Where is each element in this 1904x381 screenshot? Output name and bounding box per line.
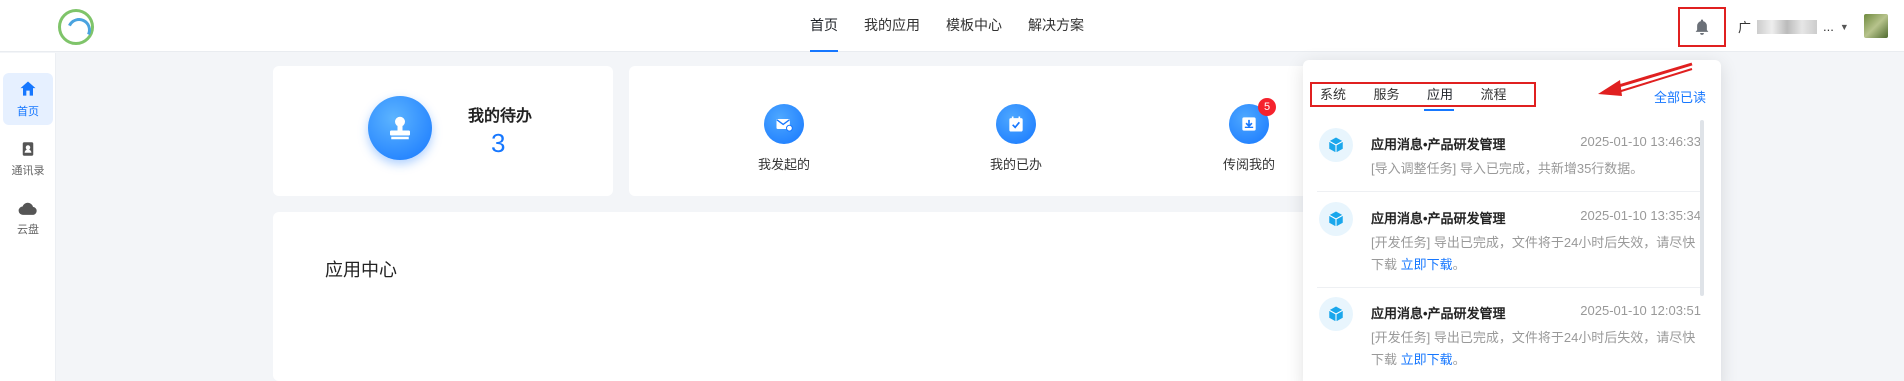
todo-card[interactable]: 我的待办 3 (273, 66, 613, 196)
scrollbar[interactable] (1700, 120, 1704, 296)
sidebar-item-cloud[interactable]: 云盘 (3, 193, 53, 245)
quick-item-done[interactable]: 我的已办 (966, 104, 1066, 173)
avatar[interactable] (1864, 14, 1888, 38)
nav-home[interactable]: 首页 (810, 0, 838, 52)
notification-bell-button[interactable] (1678, 7, 1726, 47)
cube-icon (1319, 297, 1353, 331)
message-title: 应用消息•产品研发管理 (1371, 306, 1506, 321)
user-name-prefix: 广 (1738, 20, 1752, 35)
home-icon (20, 81, 36, 96)
cube-icon (1319, 128, 1353, 162)
notification-tabs: 系统 服务 应用 流程 (1310, 82, 1536, 111)
nav-my-apps[interactable]: 我的应用 (864, 0, 920, 52)
sidebar: 首页 通讯录 云盘 (0, 53, 56, 381)
app-logo[interactable] (58, 9, 94, 45)
notification-panel: 系统 服务 应用 流程 全部已读 应用消息•产品研发管理 2025-01-10 … (1303, 60, 1721, 381)
annotation-arrow-icon (1598, 62, 1693, 96)
user-name-suffix: ... (1823, 19, 1834, 34)
message-body: [导入调整任务] 导入已完成，共新增35行数据。 (1371, 161, 1644, 176)
cube-icon (1319, 202, 1353, 236)
top-bar: 首页 我的应用 模板中心 解决方案 广 ... ▼ (0, 0, 1904, 52)
quick-item-cc[interactable]: 5 传阅我的 (1199, 98, 1299, 173)
quick-item-initiated[interactable]: 我发起的 (734, 104, 834, 173)
contacts-icon (22, 142, 34, 156)
sidebar-item-home[interactable]: 首页 (3, 73, 53, 125)
cloud-icon (18, 202, 37, 215)
unread-badge: 5 (1258, 98, 1276, 116)
message-body: [开发任务] 导出已完成，文件将于24小时后失效，请尽快下载 立即下载。 (1371, 235, 1696, 272)
tab-process[interactable]: 流程 (1481, 84, 1535, 105)
list-item[interactable]: 应用消息•产品研发管理 2025-01-10 13:46:33 [导入调整任务]… (1317, 122, 1701, 192)
message-time: 2025-01-10 13:35:34 (1580, 208, 1701, 223)
tab-app[interactable]: 应用 (1424, 84, 1481, 111)
user-menu[interactable]: 广 ... ▼ (1738, 17, 1849, 36)
message-time: 2025-01-10 13:46:33 (1580, 134, 1701, 149)
app-center-title: 应用中心 (325, 260, 397, 280)
main-nav: 首页 我的应用 模板中心 解决方案 (810, 0, 1084, 52)
stamp-icon (368, 96, 432, 160)
sidebar-item-contacts[interactable]: 通讯录 (3, 133, 53, 185)
message-body: [开发任务] 导出已完成，文件将于24小时后失效，请尽快下载 立即下载。 (1371, 330, 1696, 367)
calendar-check-icon (996, 104, 1036, 144)
download-link[interactable]: 立即下载 (1401, 257, 1453, 272)
user-name-blurred (1757, 19, 1818, 34)
app-center-card: 应用中心 (273, 212, 1309, 381)
tab-service[interactable]: 服务 (1374, 84, 1428, 105)
tab-system[interactable]: 系统 (1320, 84, 1374, 105)
bell-icon (1695, 19, 1709, 35)
mail-send-icon (764, 104, 804, 144)
nav-solutions[interactable]: 解决方案 (1028, 0, 1084, 52)
sidebar-item-label: 首页 (17, 106, 39, 118)
message-time: 2025-01-10 12:03:51 (1580, 303, 1701, 318)
sidebar-item-label: 云盘 (17, 224, 39, 236)
inbox-download-icon: 5 (1229, 98, 1276, 144)
quick-actions-card: 我发起的 我的已办 5 传阅我的 (629, 66, 1309, 196)
message-title: 应用消息•产品研发管理 (1371, 211, 1506, 226)
quick-item-label: 我的已办 (989, 157, 1042, 172)
list-item[interactable]: 应用消息•产品研发管理 2025-01-10 12:03:51 [开发任务] 导… (1317, 291, 1701, 381)
todo-count[interactable]: 3 (491, 128, 505, 159)
todo-title: 我的待办 (468, 108, 533, 125)
quick-item-label: 我发起的 (757, 157, 810, 172)
download-link[interactable]: 立即下载 (1401, 352, 1453, 367)
sidebar-item-label: 通讯录 (11, 165, 45, 177)
list-item[interactable]: 应用消息•产品研发管理 2025-01-10 13:35:34 [开发任务] 导… (1317, 196, 1701, 288)
quick-item-label: 传阅我的 (1222, 157, 1275, 172)
message-title: 应用消息•产品研发管理 (1371, 137, 1506, 152)
caret-down-icon: ▼ (1839, 21, 1849, 32)
nav-template-center[interactable]: 模板中心 (946, 0, 1002, 52)
